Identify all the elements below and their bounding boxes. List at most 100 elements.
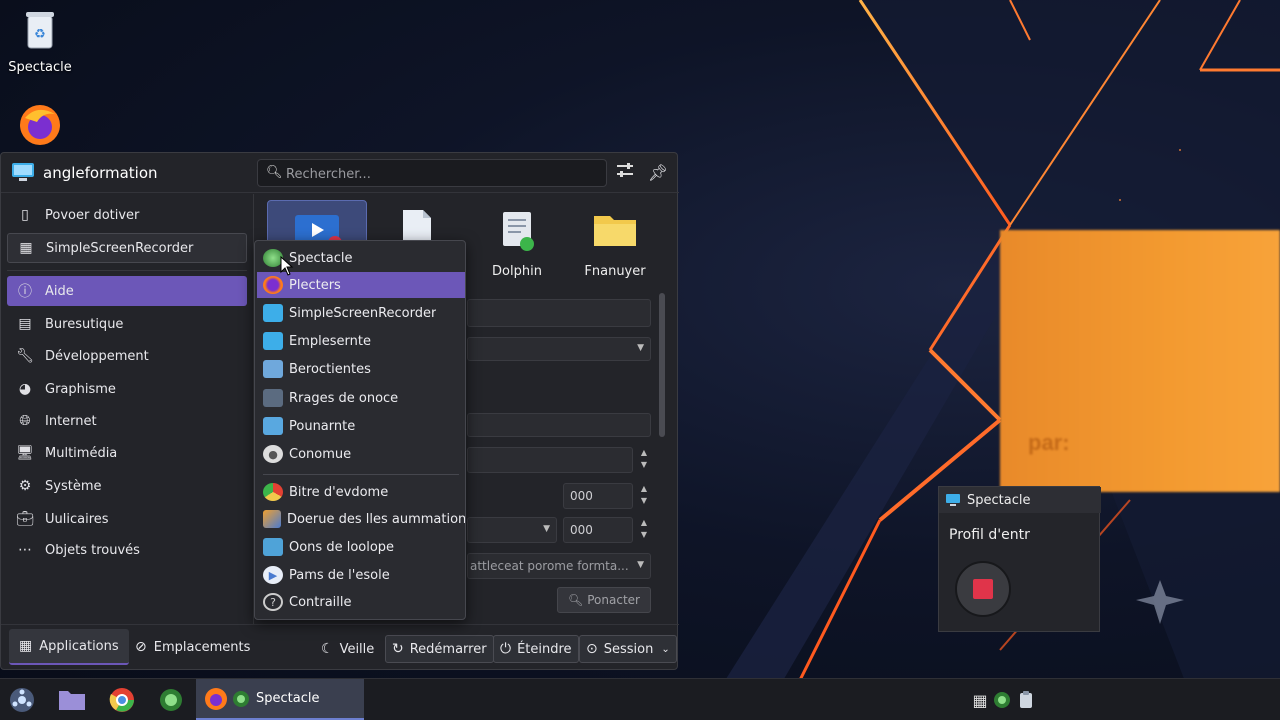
app-tile-fnanuyer[interactable]: Fnanuyer [565, 200, 665, 280]
menu-item-4[interactable]: Beroctientes [257, 356, 465, 382]
desktop-icon-trash[interactable]: ♻ Spectacle [0, 8, 80, 75]
app-tile-dolphin[interactable]: Dolphin [467, 200, 567, 280]
sidebar-item-3[interactable]: ▤ Buresutique [7, 309, 247, 339]
menu-separator [263, 474, 459, 475]
chrome-icon [263, 483, 283, 501]
sidebar-item-8[interactable]: ⚙ Système [7, 471, 247, 501]
gear-icon: ⚙ [18, 478, 32, 494]
sidebar-item-9[interactable]: 💼︎ Uulicaires [7, 504, 247, 534]
menu-item-label: Pams de l'esole [289, 567, 390, 583]
menu-item-11[interactable]: ▶ Pams de l'esole [257, 562, 465, 588]
panel-field-1[interactable] [467, 299, 651, 327]
svg-text:♻: ♻ [34, 27, 46, 42]
sidebar-item-0[interactable]: ▯ Povoer dotiver [7, 200, 247, 230]
menu-item-label: SimpleScreenRecorder [289, 305, 437, 321]
taskbar-task-spectacle[interactable]: Spectacle [196, 679, 364, 720]
menu-item-2[interactable]: SimpleScreenRecorder [257, 300, 465, 326]
sidebar-item-label: Internet [45, 413, 97, 429]
chrome-icon [109, 688, 134, 712]
sidebar-item-4[interactable]: 🔧︎ Développement [7, 341, 247, 371]
menu-item-8[interactable]: Bitre d'evdome [257, 479, 465, 505]
sidebar-item-label: Objets trouvés [45, 542, 140, 558]
tab-emplacements[interactable]: ⊘ Emplacements [125, 629, 260, 665]
sidebar-item-5[interactable]: ◕ Graphisme [7, 374, 247, 404]
menu-item-label: Pounarnte [289, 418, 356, 434]
folder-icon [263, 389, 283, 407]
sidebar-item-label: Graphisme [45, 381, 116, 397]
mouse-cursor-icon [280, 256, 294, 276]
panel-search-label: Ponacter [587, 593, 640, 607]
panel-field-2[interactable] [467, 413, 651, 437]
search-box[interactable]: 🔍︎ [257, 159, 607, 187]
panel-combo-1[interactable]: ▼ [467, 337, 651, 361]
menu-item-12[interactable]: ? Contraille [257, 589, 465, 615]
task-label: Spectacle [256, 691, 320, 706]
taskbar-spectacle-button[interactable] [155, 684, 187, 716]
menu-item-7[interactable]: ● Conomue [257, 441, 465, 467]
panel-combo-2[interactable]: ▼ [467, 517, 557, 543]
sleep-button[interactable]: ☾ Veille [315, 635, 380, 663]
search-input[interactable] [286, 164, 586, 184]
tab-label: Applications [39, 638, 119, 654]
spin-buttons[interactable]: ▲ ▼ [637, 447, 651, 473]
firefox-icon [263, 276, 283, 294]
help-icon: ? [263, 593, 283, 611]
sidebar-item-10[interactable]: ⋯ Objets trouvés [7, 535, 247, 565]
menu-item-5[interactable]: Rrages de onoce [257, 385, 465, 411]
app-tile-label: Dolphin [492, 264, 542, 279]
spin-buttons[interactable]: ▲ ▼ [637, 483, 651, 509]
tablet-icon: ▯ [21, 207, 29, 223]
panel-field-3[interactable] [467, 447, 633, 473]
menu-item-label: Doerue des lles aummations... [286, 511, 465, 527]
computer-icon [946, 494, 960, 506]
disc-icon: ● [263, 445, 283, 463]
restart-button[interactable]: ↻ Redémarrer [385, 635, 494, 663]
power-label: Session [603, 641, 654, 657]
panel-spin-1[interactable]: 000 [563, 483, 633, 509]
panel-search-button[interactable]: 🔍︎ Ponacter [557, 587, 651, 613]
pin-button[interactable]: 📌︎ [646, 161, 670, 185]
taskbar-files-button[interactable] [56, 684, 88, 716]
spectacle-icon [994, 692, 1010, 708]
office-icon: ▤ [18, 316, 32, 332]
record-button[interactable] [955, 561, 1011, 617]
menu-item-9[interactable]: Doerue des lles aummations... [257, 506, 465, 532]
sidebar-item-1[interactable]: ▦ SimpleScreenRecorder [7, 233, 247, 263]
desktop-icon-firefox[interactable] [0, 102, 80, 152]
session-button[interactable]: ⊙ Session ⌄ [579, 635, 677, 663]
sidebar-item-6[interactable]: 🌐︎ Internet [7, 406, 247, 436]
sidebar-item-7[interactable]: 🖥︎ Multimédia [7, 438, 247, 468]
app-menu-button[interactable] [6, 684, 38, 716]
compass-icon: ⊘ [135, 639, 147, 655]
launcher-header: angleformation 🔍︎ 📌︎ [1, 153, 679, 193]
menu-item-6[interactable]: Pounarnte [257, 413, 465, 439]
configure-button[interactable] [613, 161, 637, 185]
sidebar-item-label: Développement [45, 348, 149, 364]
sidebar-item-label: SimpleScreenRecorder [46, 240, 194, 256]
shutdown-button[interactable]: ⏻ Éteindre [493, 635, 579, 663]
taskbar-chrome-button[interactable] [106, 684, 138, 716]
launcher-bottom-bar: ▦ Applications ⊘ Emplacements ☾ Veille ↻… [1, 624, 679, 670]
tray-clipboard-button[interactable] [1010, 684, 1042, 716]
menu-item-label: Contraille [289, 594, 352, 610]
menu-item-10[interactable]: Oons de loolope [257, 534, 465, 560]
spin-value: 000 [570, 489, 593, 503]
tab-applications[interactable]: ▦ Applications [9, 629, 129, 665]
panel-spin-2[interactable]: 000 [563, 517, 633, 543]
sidebar-item-2[interactable]: ⓘ Aide [7, 276, 247, 306]
panel-scrollbar[interactable] [659, 293, 665, 437]
menu-item-3[interactable]: Emplesernte [257, 328, 465, 354]
image-icon [263, 510, 281, 528]
spectacle-titlebar[interactable]: Spectacle [939, 487, 1101, 513]
folder-icon [263, 417, 283, 435]
spectacle-title: Spectacle [967, 492, 1031, 508]
monitor-icon: 🖥︎ [16, 445, 34, 461]
notes-icon [503, 212, 534, 251]
folder-icon [263, 332, 283, 350]
briefcase-icon: 💼︎ [16, 511, 34, 527]
chevron-down-icon: ▼ [637, 343, 644, 353]
panel-combo-3[interactable]: attleceat porome formta... ▼ [467, 553, 651, 579]
power-label: Veille [339, 641, 375, 657]
spin-buttons[interactable]: ▲ ▼ [637, 517, 651, 543]
spectacle-icon [160, 689, 182, 711]
